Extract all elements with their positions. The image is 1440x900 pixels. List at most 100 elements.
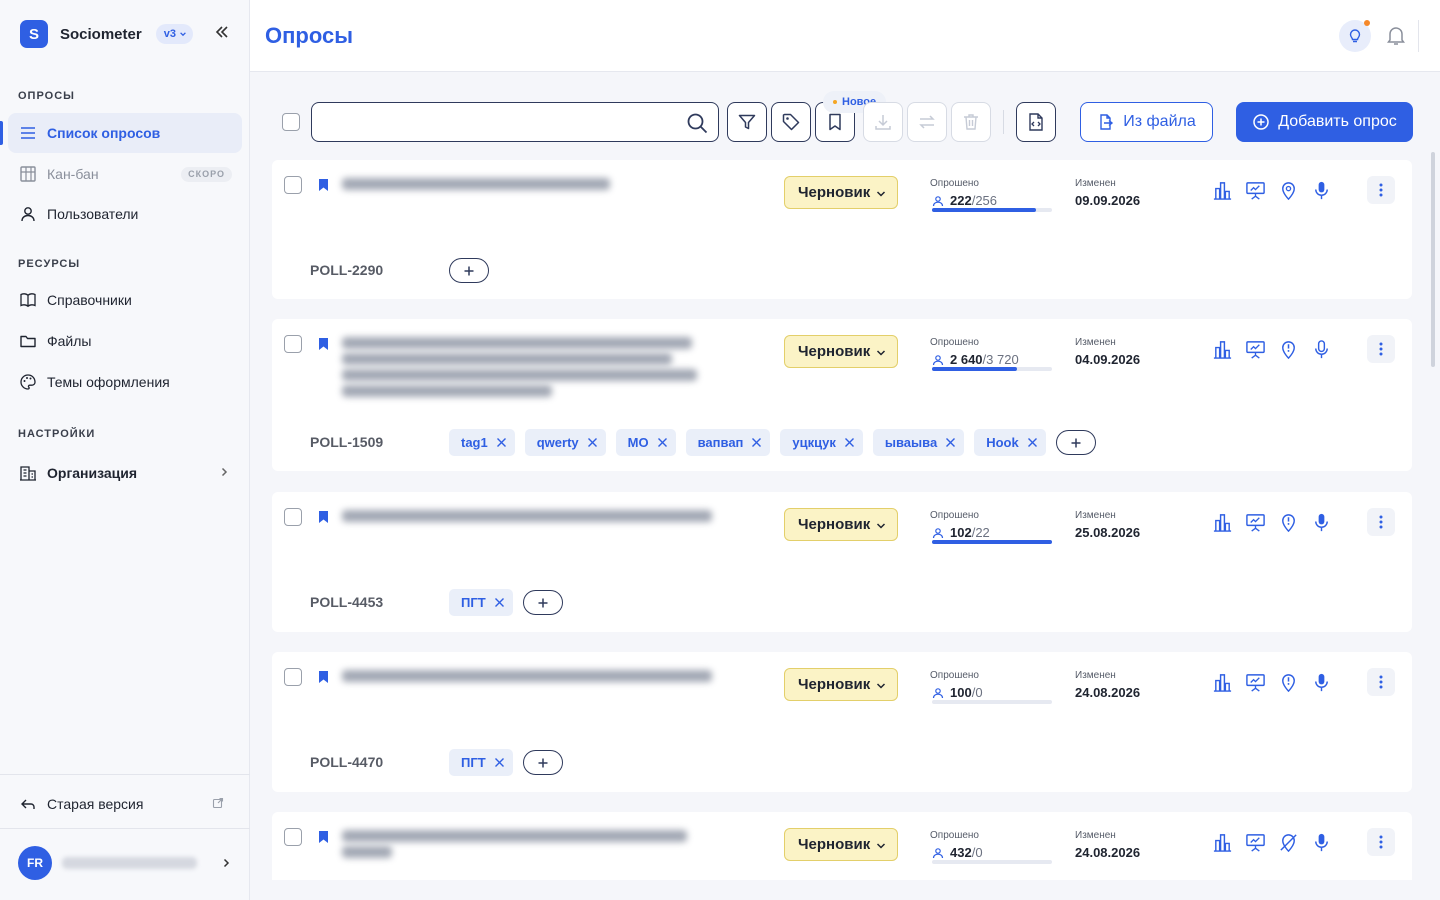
map-pin-alert-icon[interactable] [1278, 672, 1299, 693]
embed-code-button[interactable] [1016, 102, 1056, 142]
status-dropdown[interactable]: Черновик [784, 335, 898, 368]
bell-icon [1387, 27, 1405, 45]
poll-checkbox[interactable] [284, 176, 302, 194]
close-icon[interactable] [751, 437, 762, 448]
presentation-icon[interactable] [1245, 180, 1266, 201]
more-options-button[interactable] [1367, 176, 1395, 204]
poll-checkbox[interactable] [284, 508, 302, 526]
more-options-button[interactable] [1367, 508, 1395, 536]
progress-bar [932, 540, 1052, 544]
chevron-right-icon[interactable] [220, 857, 232, 869]
tags-button[interactable] [771, 102, 811, 142]
presentation-icon[interactable] [1245, 832, 1266, 853]
bookmark-icon [829, 113, 841, 131]
close-icon[interactable] [494, 757, 505, 768]
bar-chart-icon[interactable] [1212, 832, 1233, 853]
poll-card[interactable]: Черновик Опрошено 222/256 Изменен 09.09.… [272, 160, 1412, 299]
poll-card[interactable]: Черновик Опрошено 102/22 Изменен 25.08.2… [272, 492, 1412, 632]
surveyed-total: 3 720 [986, 352, 1019, 367]
poll-card[interactable]: Черновик Опрошено 2 640/3 720 Изменен 04… [272, 319, 1412, 471]
status-dropdown[interactable]: Черновик [784, 508, 898, 541]
tag-list: ПГТ [449, 749, 563, 776]
poll-actions [1212, 180, 1332, 201]
close-icon[interactable] [587, 437, 598, 448]
bookmark-filled-icon[interactable] [318, 338, 329, 350]
close-icon[interactable] [1027, 437, 1038, 448]
poll-checkbox[interactable] [284, 668, 302, 686]
surveyed-count: 432/0 [932, 845, 983, 860]
status-dropdown[interactable]: Черновик [784, 668, 898, 701]
collapse-sidebar-button[interactable] [214, 24, 230, 40]
bookmark-filled-icon[interactable] [318, 831, 329, 843]
search-icon[interactable] [686, 112, 708, 134]
more-options-button[interactable] [1367, 828, 1395, 856]
bookmark-filled-icon[interactable] [318, 671, 329, 683]
microphone-icon[interactable] [1311, 832, 1332, 853]
bookmark-filled-icon[interactable] [318, 179, 329, 191]
presentation-icon[interactable] [1245, 672, 1266, 693]
bar-chart-icon[interactable] [1212, 180, 1233, 201]
map-pin-alert-icon[interactable] [1278, 339, 1299, 360]
more-options-button[interactable] [1367, 335, 1395, 363]
select-all-checkbox[interactable] [282, 113, 300, 131]
add-poll-button[interactable]: Добавить опрос [1236, 102, 1413, 142]
sidebar-item-label: Темы оформления [47, 374, 170, 390]
bar-chart-icon[interactable] [1212, 672, 1233, 693]
presentation-icon[interactable] [1245, 339, 1266, 360]
close-icon[interactable] [945, 437, 956, 448]
close-icon[interactable] [494, 597, 505, 608]
delete-button[interactable] [951, 102, 991, 142]
add-tag-button[interactable] [1055, 430, 1096, 455]
move-button[interactable] [907, 102, 947, 142]
poll-checkbox[interactable] [284, 335, 302, 353]
chevron-down-icon [876, 350, 886, 356]
surveyed-label: Опрошено [930, 178, 979, 189]
sidebar-item-themes[interactable]: Темы оформления [8, 362, 242, 402]
presentation-icon[interactable] [1245, 512, 1266, 533]
map-pin-off-icon[interactable] [1278, 832, 1299, 853]
sidebar-item-dictionaries[interactable]: Справочники [8, 280, 242, 320]
map-pin-icon[interactable] [1278, 180, 1299, 201]
progress-fill [932, 367, 1018, 371]
user-profile[interactable]: FR [18, 846, 197, 880]
close-icon[interactable] [496, 437, 507, 448]
version-select[interactable]: v3 [155, 24, 193, 44]
poll-card[interactable]: Черновик Опрошено 432/0 Изменен 24.08.20… [272, 812, 1412, 880]
tag-label: ываыва [884, 435, 938, 450]
sidebar-item-files[interactable]: Файлы [8, 321, 242, 361]
sidebar-item-kanban[interactable]: Кан-бан СКОРО [8, 154, 242, 194]
microphone-icon[interactable] [1311, 672, 1332, 693]
search-input[interactable] [311, 102, 719, 142]
add-tag-button[interactable] [449, 258, 489, 283]
sidebar-item-polls-list[interactable]: Список опросов [0, 113, 242, 153]
bar-chart-icon[interactable] [1212, 512, 1233, 533]
bookmark-filled-icon[interactable] [318, 511, 329, 523]
filter-button[interactable] [727, 102, 767, 142]
close-icon[interactable] [844, 437, 855, 448]
tag-label: qwerty [536, 435, 579, 450]
map-pin-alert-icon[interactable] [1278, 512, 1299, 533]
notifications-button[interactable] [1385, 24, 1407, 46]
surveyed-label: Опрошено [930, 830, 979, 841]
tips-button[interactable] [1339, 20, 1371, 52]
status-dropdown[interactable]: Черновик [784, 176, 898, 209]
import-from-file-button[interactable]: Из файла [1080, 102, 1213, 142]
more-options-button[interactable] [1367, 668, 1395, 696]
sidebar-item-organization[interactable]: Организация [8, 453, 242, 493]
bar-chart-icon[interactable] [1212, 339, 1233, 360]
poll-card[interactable]: Черновик Опрошено 100/0 Изменен 24.08.20… [272, 652, 1412, 792]
microphone-icon[interactable] [1311, 339, 1332, 360]
status-dropdown[interactable]: Черновик [784, 828, 898, 861]
microphone-icon[interactable] [1311, 180, 1332, 201]
search-field[interactable] [324, 103, 684, 139]
close-icon[interactable] [657, 437, 668, 448]
add-tag-button[interactable] [522, 590, 563, 615]
poll-checkbox[interactable] [284, 828, 302, 846]
microphone-icon[interactable] [1311, 512, 1332, 533]
add-tag-button[interactable] [522, 750, 563, 775]
old-version-link[interactable]: Старая версия [8, 784, 242, 824]
sidebar-item-users[interactable]: Пользователи [8, 194, 242, 234]
scrollbar-thumb[interactable] [1431, 152, 1435, 367]
tag-label: Hook [986, 435, 1019, 450]
download-button[interactable] [863, 102, 903, 142]
